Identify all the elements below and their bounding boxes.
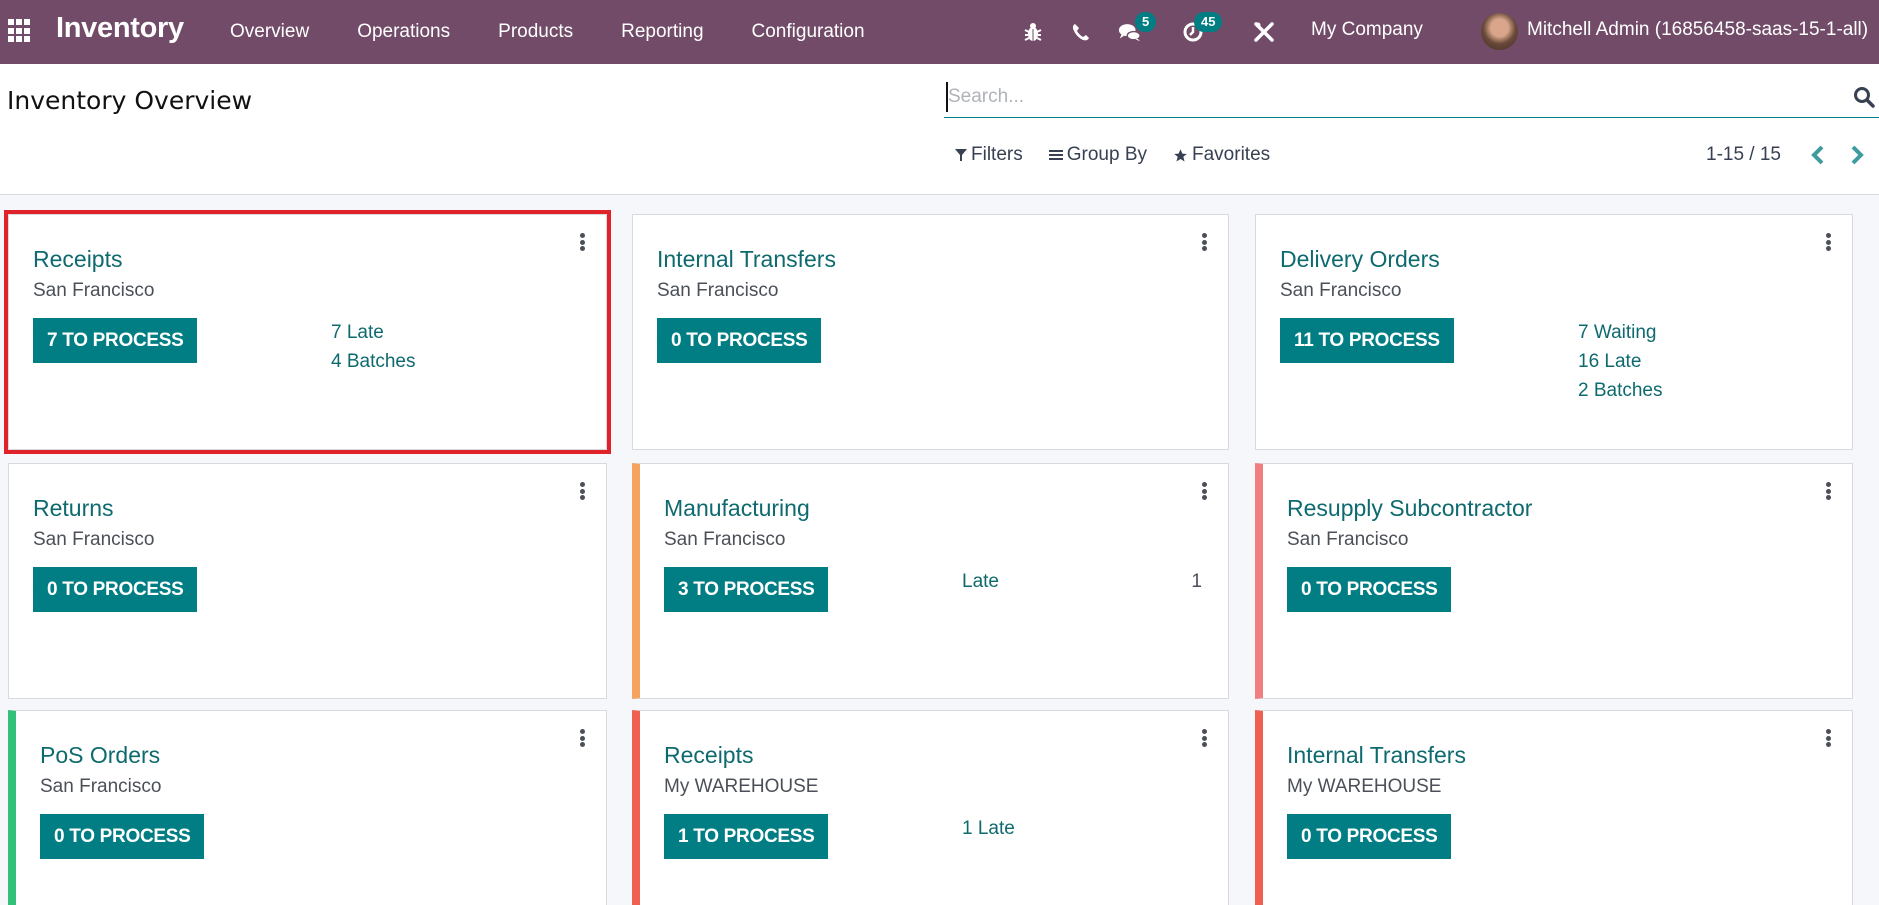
chevron-right-icon: [1851, 145, 1864, 165]
card-title[interactable]: Internal Transfers: [1287, 742, 1466, 769]
kebab-menu-icon[interactable]: [1822, 480, 1834, 502]
card-stats: 1 Late: [962, 814, 1015, 843]
group-by-button[interactable]: Group By: [1048, 144, 1147, 166]
kebab-menu-icon[interactable]: [1822, 727, 1834, 749]
kebab-menu-icon[interactable]: [1198, 480, 1210, 502]
filters-button[interactable]: Filters: [955, 144, 1023, 166]
stat-link[interactable]: Late: [962, 567, 999, 596]
operation-card[interactable]: Internal Transfers My WAREHOUSE 0 TO PROCE…: [1255, 710, 1853, 905]
bug-icon[interactable]: [1021, 20, 1045, 44]
phone-icon[interactable]: [1069, 20, 1093, 44]
search-icon[interactable]: [1853, 86, 1875, 108]
kebab-menu-icon[interactable]: [576, 480, 588, 502]
star-icon: [1173, 148, 1188, 163]
top-navbar: Inventory Overview Operations Products R…: [0, 0, 1879, 64]
card-stats: 7 Waiting 16 Late 2 Batches: [1578, 318, 1663, 405]
to-process-button[interactable]: 0 TO PROCESS: [1287, 814, 1452, 859]
kanban-view: Receipts San Francisco 7 TO PROCESS 7 Late 4…: [0, 195, 1879, 905]
card-stats: 7 Late 4 Batches: [331, 318, 416, 376]
card-warehouse: San Francisco: [1287, 529, 1409, 550]
card-title[interactable]: Receipts: [33, 246, 122, 273]
menu-item-overview[interactable]: Overview: [230, 21, 309, 43]
to-process-button[interactable]: 0 TO PROCESS: [33, 567, 198, 612]
stat-link[interactable]: 2 Batches: [1578, 376, 1663, 405]
card-warehouse: San Francisco: [33, 280, 155, 301]
stat-link[interactable]: 16 Late: [1578, 347, 1663, 376]
stat-row[interactable]: Late 1: [962, 567, 1202, 596]
stat-link[interactable]: 7 Waiting: [1578, 318, 1663, 347]
to-process-button[interactable]: 1 TO PROCESS: [664, 814, 829, 859]
card-title[interactable]: Resupply Subcontractor: [1287, 495, 1532, 522]
user-menu[interactable]: Mitchell Admin (16856458-saas-15-1-all): [1527, 19, 1868, 41]
card-warehouse: My WAREHOUSE: [664, 776, 819, 797]
to-process-button[interactable]: 0 TO PROCESS: [40, 814, 205, 859]
activities-count-badge: 45: [1194, 12, 1223, 32]
search-bar: [944, 78, 1879, 118]
menu-item-configuration[interactable]: Configuration: [752, 21, 865, 43]
card-warehouse: San Francisco: [33, 529, 155, 550]
operation-card[interactable]: Receipts San Francisco 7 TO PROCESS 7 Late 4…: [4, 210, 611, 454]
operation-card[interactable]: Receipts My WAREHOUSE 1 TO PROCESS 1 Late: [632, 710, 1229, 905]
filters-label: Filters: [971, 144, 1023, 165]
app-name[interactable]: Inventory: [56, 12, 184, 45]
to-process-button[interactable]: 7 TO PROCESS: [33, 318, 198, 363]
search-options: Filters Group By Favorites: [955, 144, 1296, 166]
card-warehouse: San Francisco: [664, 529, 786, 550]
page-title: Inventory Overview: [7, 86, 253, 115]
card-title[interactable]: Returns: [33, 495, 114, 522]
chevron-left-icon: [1811, 145, 1824, 165]
kebab-menu-icon[interactable]: [1198, 727, 1210, 749]
kebab-menu-icon[interactable]: [1822, 231, 1834, 253]
operation-card[interactable]: Returns San Francisco 0 TO PROCESS: [8, 463, 607, 699]
card-warehouse: My WAREHOUSE: [1287, 776, 1442, 797]
card-warehouse: San Francisco: [1280, 280, 1402, 301]
card-title[interactable]: Internal Transfers: [657, 246, 836, 273]
kebab-menu-icon[interactable]: [576, 727, 588, 749]
control-panel: Inventory Overview Filters Group By Favo…: [0, 64, 1879, 195]
card-title[interactable]: Delivery Orders: [1280, 246, 1440, 273]
menu-item-reporting[interactable]: Reporting: [621, 21, 703, 43]
operation-card[interactable]: PoS Orders San Francisco 0 TO PROCESS: [8, 710, 607, 905]
stat-link[interactable]: 7 Late: [331, 318, 416, 347]
stat-link[interactable]: 1 Late: [962, 814, 1015, 843]
operation-card[interactable]: Manufacturing San Francisco 3 TO PROCESS La…: [632, 463, 1229, 699]
card-title[interactable]: Manufacturing: [664, 495, 810, 522]
operation-card[interactable]: Resupply Subcontractor San Francisco 0 TO …: [1255, 463, 1853, 699]
menu-item-products[interactable]: Products: [498, 21, 573, 43]
apps-menu-icon[interactable]: [8, 19, 32, 43]
to-process-button[interactable]: 0 TO PROCESS: [657, 318, 822, 363]
card-stats: Late 1: [962, 567, 1202, 596]
kebab-menu-icon[interactable]: [1198, 231, 1210, 253]
operation-card[interactable]: Delivery Orders San Francisco 11 TO PROCES…: [1255, 214, 1853, 450]
search-input[interactable]: [946, 82, 1826, 112]
company-switcher[interactable]: My Company: [1311, 19, 1423, 41]
pager-previous-button[interactable]: [1806, 142, 1830, 168]
main-menu: Overview Operations Products Reporting C…: [230, 0, 913, 64]
menu-item-operations[interactable]: Operations: [357, 21, 450, 43]
filter-icon: [955, 148, 967, 162]
kebab-menu-icon[interactable]: [576, 231, 588, 253]
messages-count-badge: 5: [1135, 12, 1157, 32]
to-process-button[interactable]: 11 TO PROCESS: [1280, 318, 1454, 363]
to-process-button[interactable]: 3 TO PROCESS: [664, 567, 829, 612]
card-title[interactable]: Receipts: [664, 742, 753, 769]
stat-link[interactable]: 4 Batches: [331, 347, 416, 376]
to-process-button[interactable]: 0 TO PROCESS: [1287, 567, 1452, 612]
user-avatar[interactable]: [1481, 13, 1518, 50]
favorites-label: Favorites: [1192, 144, 1271, 165]
list-icon: [1048, 149, 1063, 161]
pager-value[interactable]: 1-15 / 15: [1706, 144, 1781, 166]
favorites-button[interactable]: Favorites: [1173, 144, 1270, 166]
pager-next-button[interactable]: [1845, 142, 1869, 168]
card-warehouse: San Francisco: [40, 776, 162, 797]
card-title[interactable]: PoS Orders: [40, 742, 160, 769]
tools-icon[interactable]: [1252, 20, 1276, 44]
operation-card[interactable]: Internal Transfers San Francisco 0 TO PROC…: [632, 214, 1229, 450]
card-warehouse: San Francisco: [657, 280, 779, 301]
group-by-label: Group By: [1066, 144, 1147, 165]
stat-value: 1: [1191, 571, 1202, 592]
